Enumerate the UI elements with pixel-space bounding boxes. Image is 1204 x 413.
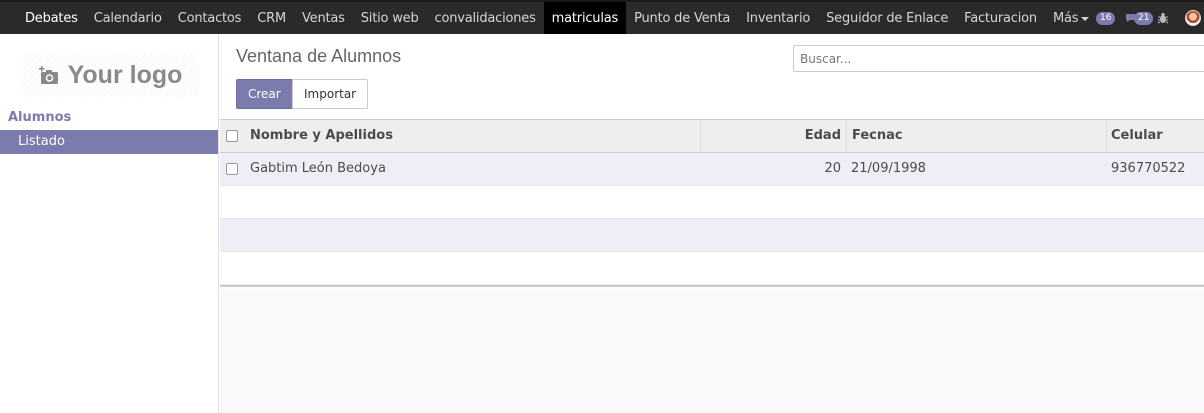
column-header-celular[interactable]: Celular xyxy=(1107,120,1204,152)
cell-nombre: Gabtim León Bedoya xyxy=(250,161,386,176)
menu-ventas[interactable]: Ventas xyxy=(294,2,353,34)
menu-convalidaciones[interactable]: convalidaciones xyxy=(427,2,544,34)
camera-plus-icon xyxy=(38,66,58,84)
messages-count-badge: 16 xyxy=(1096,11,1116,25)
empty-row xyxy=(220,186,1204,219)
menu-facturacion[interactable]: Facturacion xyxy=(956,2,1045,34)
menu-mas-label: Más xyxy=(1052,10,1079,26)
menu-debates[interactable]: Debates xyxy=(0,2,86,34)
table-row[interactable]: Gabtim León Bedoya 20 21/09/1998 9367705… xyxy=(220,153,1204,186)
list-table: Nombre y Apellidos Edad Fecnac Celular G… xyxy=(220,119,1204,289)
cell-edad: 20 xyxy=(824,161,841,176)
sidebar-section-alumnos[interactable]: Alumnos xyxy=(8,110,71,125)
bug-icon xyxy=(1157,12,1169,24)
company-logo[interactable]: Your logo xyxy=(22,53,198,97)
menu-punto-de-venta[interactable]: Punto de Venta xyxy=(626,2,738,34)
menu-calendario[interactable]: Calendario xyxy=(86,2,170,34)
sidebar-item-listado[interactable]: Listado xyxy=(0,130,218,154)
menu-inventario[interactable]: Inventario xyxy=(738,2,818,34)
main-content: Ventana de Alumnos Crear Importar Nombre… xyxy=(220,34,1204,413)
column-header-fecnac[interactable]: Fecnac xyxy=(847,120,1107,152)
menu-matriculas[interactable]: matriculas xyxy=(543,2,627,34)
sidebar: Your logo Alumnos Listado xyxy=(0,34,219,413)
app-menu: Debates Calendario Contactos CRM Ventas … xyxy=(0,2,1097,34)
column-header-nombre[interactable]: Nombre y Apellidos xyxy=(244,120,701,152)
caret-down-icon xyxy=(1081,17,1090,21)
menu-mas-dropdown[interactable]: Más xyxy=(1045,2,1097,34)
empty-row xyxy=(220,252,1204,285)
select-all-checkbox[interactable] xyxy=(226,130,238,142)
row-checkbox[interactable] xyxy=(226,163,238,175)
create-button[interactable]: Crear xyxy=(236,79,293,109)
logo-text: Your logo xyxy=(67,60,183,89)
cell-celular: 936770522 xyxy=(1111,161,1186,176)
messages-indicator[interactable]: 16 xyxy=(1096,2,1116,34)
debug-button[interactable] xyxy=(1157,2,1169,34)
breadcrumb: Ventana de Alumnos xyxy=(236,46,402,66)
cell-fecnac: 21/09/1998 xyxy=(851,161,926,176)
column-header-edad[interactable]: Edad xyxy=(701,120,847,152)
menu-contactos[interactable]: Contactos xyxy=(170,2,250,34)
top-navbar: Debates Calendario Contactos CRM Ventas … xyxy=(0,0,1204,34)
chat-indicator[interactable]: 21 xyxy=(1125,2,1154,34)
search-input[interactable] xyxy=(793,45,1204,72)
user-avatar xyxy=(1185,10,1201,26)
menu-crm[interactable]: CRM xyxy=(249,2,294,34)
table-header: Nombre y Apellidos Edad Fecnac Celular xyxy=(220,119,1204,153)
empty-row xyxy=(220,219,1204,252)
user-menu[interactable] xyxy=(1185,2,1201,34)
menu-sitio-web[interactable]: Sitio web xyxy=(353,2,427,34)
menu-seguidor-de-enlace[interactable]: Seguidor de Enlace xyxy=(818,2,956,34)
chat-count-badge: 21 xyxy=(1134,11,1154,25)
control-panel: Ventana de Alumnos Crear Importar xyxy=(220,34,1204,119)
table-footer xyxy=(220,285,1204,289)
import-button[interactable]: Importar xyxy=(292,79,369,109)
